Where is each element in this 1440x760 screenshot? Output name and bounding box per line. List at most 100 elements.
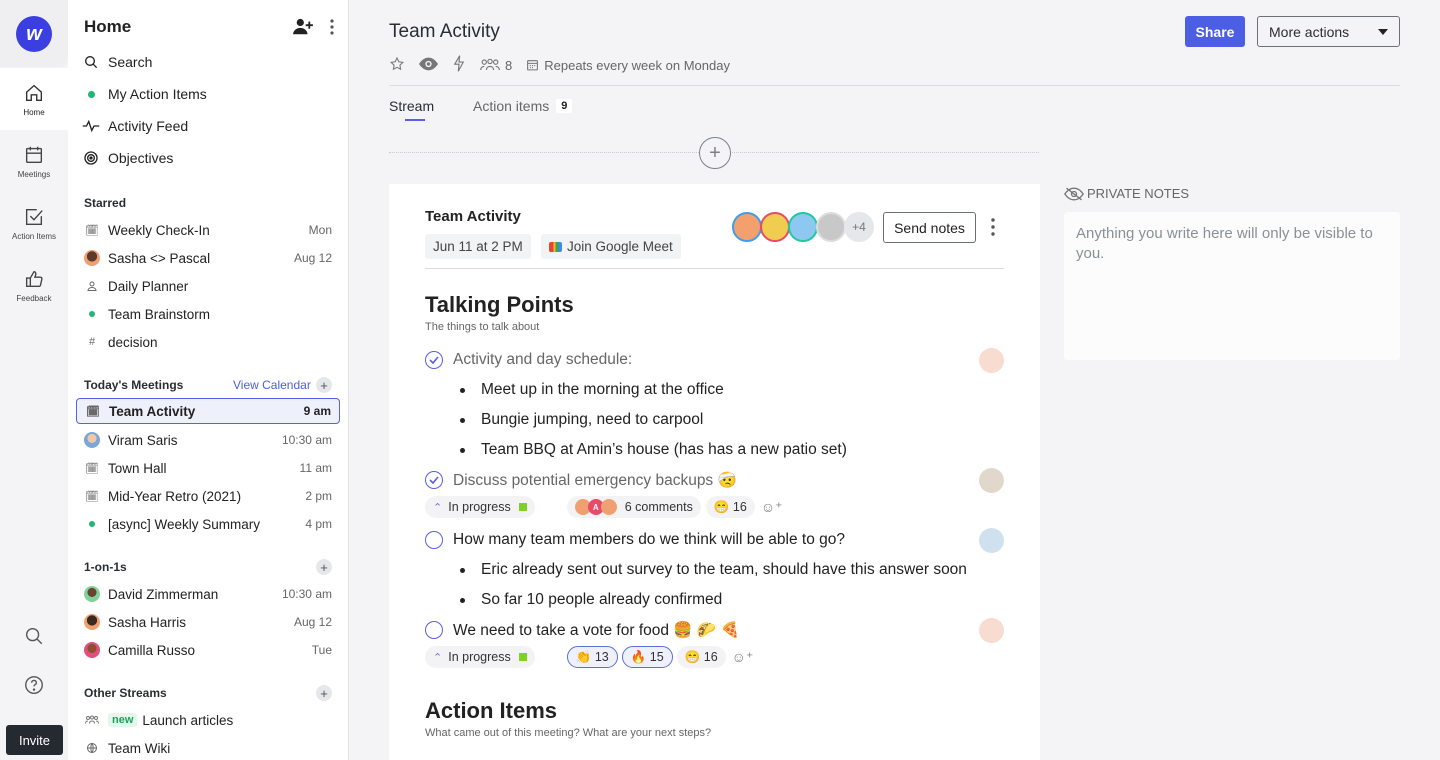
- rail-item-label: Home: [23, 107, 45, 117]
- meeting-item[interactable]: 🗓︎ Mid-Year Retro (2021) 2 pm: [76, 483, 340, 509]
- reaction[interactable]: 😁 16: [705, 496, 755, 518]
- starred-item[interactable]: Daily Planner: [76, 273, 340, 299]
- meeting-title: Team Activity: [425, 208, 521, 225]
- item-meta: 4 pm: [305, 517, 332, 531]
- share-button[interactable]: Share: [1185, 16, 1245, 47]
- add-reaction-icon[interactable]: ☺⁺: [761, 499, 783, 516]
- send-notes-button[interactable]: Send notes: [883, 212, 976, 243]
- talking-point-text: We need to take a vote for food 🍔 🌮 🍕: [453, 621, 740, 639]
- talking-point-text: Activity and day schedule:: [453, 351, 633, 368]
- checked-circle-icon[interactable]: [425, 351, 443, 369]
- reaction-emoji: 😁: [684, 649, 701, 664]
- clickup-icon: ⌃: [433, 651, 443, 664]
- talking-point[interactable]: Discuss potential emergency backups 🤕: [425, 469, 737, 491]
- item-meta: 9 am: [303, 404, 331, 418]
- calendar-icon: 🗓︎: [86, 405, 100, 418]
- bullet-item: Team BBQ at Amin’s house (has has a new …: [460, 439, 847, 461]
- attendees-count[interactable]: 8: [480, 58, 512, 73]
- invite-button[interactable]: Invite: [6, 725, 63, 755]
- more-options-icon[interactable]: [330, 19, 334, 40]
- reaction[interactable]: 👏 13: [566, 646, 618, 668]
- one-on-one-item[interactable]: David Zimmerman 10:30 am: [76, 581, 340, 607]
- add-user-icon[interactable]: [292, 18, 314, 41]
- meeting-item[interactable]: [async] Weekly Summary 4 pm: [76, 511, 340, 537]
- avatar: [84, 586, 100, 602]
- add-one-on-one-button[interactable]: +: [316, 559, 332, 575]
- talking-point[interactable]: How many team members do we think will b…: [425, 529, 845, 551]
- nav-activity-feed[interactable]: Activity Feed: [82, 115, 188, 137]
- more-actions-dropdown[interactable]: More actions: [1257, 16, 1400, 47]
- rail-item-action-items[interactable]: Action Items: [0, 192, 68, 254]
- one-on-one-item[interactable]: Camilla Russo Tue: [76, 637, 340, 663]
- app-logo[interactable]: w: [16, 16, 52, 52]
- avatar: [600, 499, 617, 515]
- stream-item[interactable]: new Launch articles: [76, 707, 340, 733]
- green-dot-icon: [82, 90, 100, 98]
- nav-objectives[interactable]: Objectives: [82, 147, 173, 169]
- meeting-meta-row: 8 Repeats every week on Monday: [389, 55, 730, 75]
- nav-my-action-items[interactable]: My Action Items: [82, 83, 207, 105]
- meeting-date[interactable]: Jun 11 at 2 PM: [425, 234, 531, 259]
- rail-item-label: Action Items: [11, 231, 56, 241]
- talking-point[interactable]: We need to take a vote for food 🍔 🌮 🍕: [425, 619, 740, 641]
- reaction[interactable]: 🔥 15: [621, 646, 673, 668]
- unchecked-circle-icon[interactable]: [425, 621, 443, 639]
- nav-search[interactable]: Search: [82, 51, 152, 73]
- starred-item[interactable]: 🗓︎ Weekly Check-In Mon: [76, 217, 340, 243]
- meeting-item[interactable]: 🗓︎ Team Activity 9 am: [76, 398, 340, 424]
- rail-item-meetings[interactable]: Meetings: [0, 130, 68, 192]
- one-on-one-item[interactable]: Sasha Harris Aug 12: [76, 609, 340, 635]
- avatar: [84, 250, 100, 266]
- nav-label: Activity Feed: [108, 118, 189, 134]
- starred-item[interactable]: Sasha <> Pascal Aug 12: [76, 245, 340, 271]
- item-label: decision: [108, 334, 158, 350]
- rail-item-home[interactable]: Home: [0, 68, 68, 130]
- attendee-avatars[interactable]: +4: [732, 212, 874, 242]
- action-items-count: 9: [556, 99, 573, 113]
- unchecked-circle-icon[interactable]: [425, 531, 443, 549]
- meeting-item[interactable]: Viram Saris 10:30 am: [76, 427, 340, 453]
- status-color: [518, 653, 527, 661]
- meeting-item[interactable]: 🗓︎ Town Hall 11 am: [76, 455, 340, 481]
- add-block-button[interactable]: +: [699, 137, 731, 169]
- rail-search-button[interactable]: [0, 625, 68, 647]
- starred-item[interactable]: # decision: [76, 329, 340, 355]
- status-badge[interactable]: ⌃ In progress: [425, 646, 535, 668]
- checkbox-icon: [25, 208, 43, 225]
- rail-item-feedback[interactable]: Feedback: [0, 254, 68, 316]
- add-reaction-icon[interactable]: ☺⁺: [732, 649, 754, 666]
- card-more-icon[interactable]: [991, 218, 995, 241]
- view-calendar-link[interactable]: View Calendar: [233, 378, 311, 392]
- target-icon: [82, 150, 100, 166]
- starred-item[interactable]: Team Brainstorm: [76, 301, 340, 327]
- tab-stream[interactable]: Stream: [389, 98, 434, 114]
- star-icon[interactable]: [389, 56, 405, 75]
- google-meet-icon: [549, 241, 562, 252]
- action-items-title: Action Items: [425, 698, 558, 723]
- recurrence[interactable]: Repeats every week on Monday: [526, 58, 730, 73]
- stream-item[interactable]: Team Wiki: [76, 735, 340, 760]
- reaction[interactable]: 😁 16: [676, 646, 726, 668]
- status-color: [518, 503, 527, 511]
- private-notes-input[interactable]: Anything you write here will only be vis…: [1064, 212, 1400, 360]
- reaction-emoji: 🔥: [630, 649, 647, 664]
- reaction-count: 16: [703, 650, 718, 664]
- lightning-icon[interactable]: [452, 55, 466, 75]
- rail-item-label: Meetings: [17, 169, 51, 179]
- item-label: David Zimmerman: [108, 586, 219, 602]
- talking-point[interactable]: Activity and day schedule:: [425, 349, 632, 371]
- comments-button[interactable]: A 6 comments: [566, 496, 701, 518]
- tab-action-items[interactable]: Action items 9: [473, 98, 573, 114]
- add-meeting-button[interactable]: +: [316, 377, 332, 393]
- add-stream-button[interactable]: +: [316, 685, 332, 701]
- rail-item-label: Feedback: [16, 293, 52, 303]
- eye-icon[interactable]: [419, 57, 438, 74]
- group-icon: [480, 58, 500, 71]
- join-google-meet[interactable]: Join Google Meet: [541, 234, 681, 259]
- sidebar-title: Home: [84, 17, 132, 36]
- checked-circle-icon[interactable]: [425, 471, 443, 489]
- status-badge[interactable]: ⌃ In progress: [425, 496, 535, 518]
- rail-help-button[interactable]: [0, 674, 68, 696]
- talking-point-text: Discuss potential emergency backups 🤕: [453, 471, 737, 489]
- talking-points-title: Talking Points: [425, 292, 574, 317]
